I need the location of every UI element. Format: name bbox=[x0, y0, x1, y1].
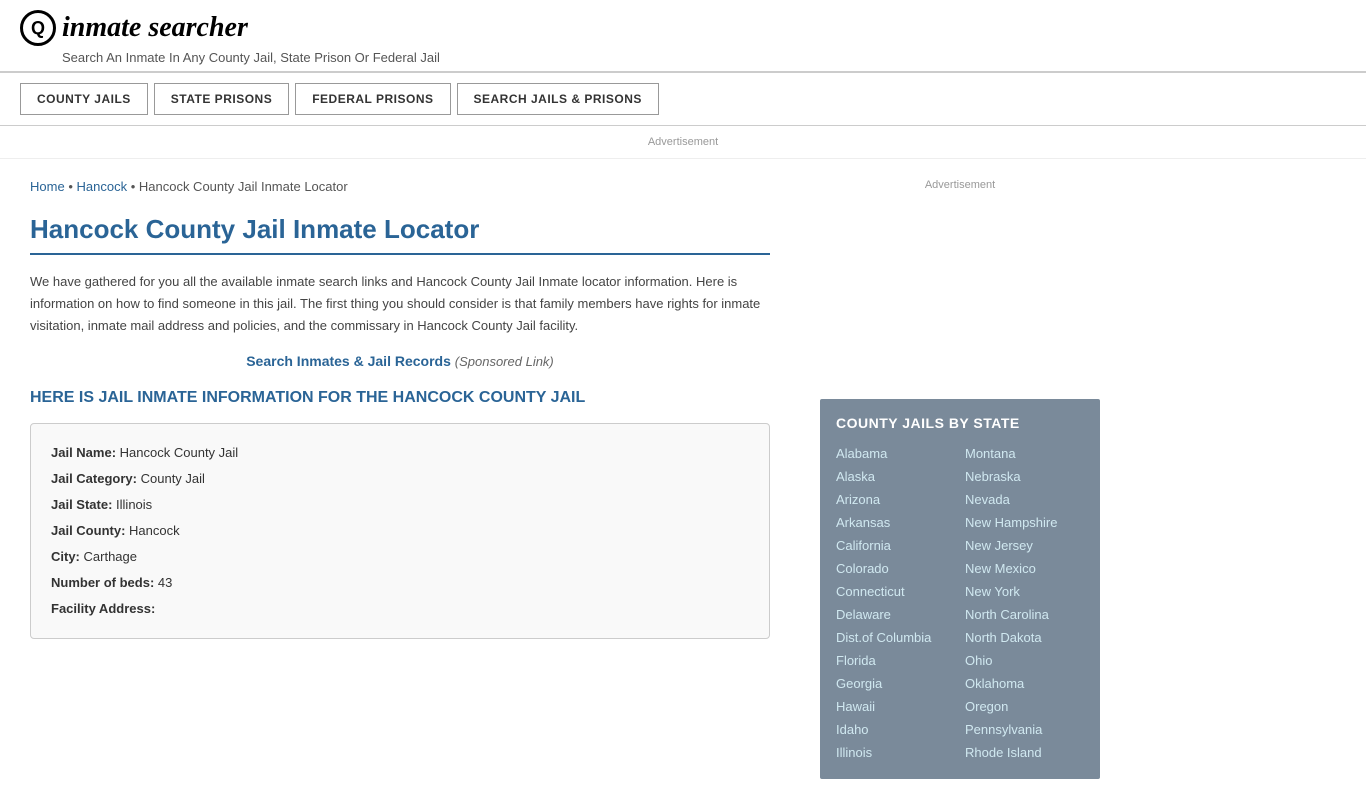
info-card: Jail Name: Hancock County Jail Jail Cate… bbox=[30, 423, 770, 639]
breadcrumb-sep2: • bbox=[131, 179, 139, 194]
state-link[interactable]: North Dakota bbox=[965, 627, 1084, 648]
field-jail-name: Jail Name: Hancock County Jail bbox=[51, 440, 749, 466]
label-address: Facility Address: bbox=[51, 601, 155, 616]
state-link[interactable]: Arizona bbox=[836, 489, 955, 510]
breadcrumb: Home • Hancock • Hancock County Jail Inm… bbox=[30, 179, 770, 194]
label-jail-county: Jail County: bbox=[51, 523, 125, 538]
state-link[interactable]: Rhode Island bbox=[965, 742, 1084, 763]
nav-county-jails[interactable]: COUNTY JAILS bbox=[20, 83, 148, 115]
state-link[interactable]: Alaska bbox=[836, 466, 955, 487]
sidebar: Advertisement COUNTY JAILS BY STATE Alab… bbox=[800, 159, 1120, 799]
county-jails-heading: COUNTY JAILS BY STATE bbox=[836, 415, 1084, 431]
state-link[interactable]: North Carolina bbox=[965, 604, 1084, 625]
description: We have gathered for you all the availab… bbox=[30, 271, 770, 337]
state-link[interactable]: Idaho bbox=[836, 719, 955, 740]
state-link[interactable]: Oregon bbox=[965, 696, 1084, 717]
state-link[interactable]: New Jersey bbox=[965, 535, 1084, 556]
ad-sidebar: Advertisement bbox=[820, 179, 1100, 379]
state-link[interactable]: California bbox=[836, 535, 955, 556]
state-link[interactable]: Montana bbox=[965, 443, 1084, 464]
state-link[interactable]: New Hampshire bbox=[965, 512, 1084, 533]
breadcrumb-home[interactable]: Home bbox=[30, 179, 65, 194]
header: Q inmate searcher Search An Inmate In An… bbox=[0, 0, 1366, 73]
content-area: Home • Hancock • Hancock County Jail Inm… bbox=[0, 159, 800, 799]
state-link[interactable]: Florida bbox=[836, 650, 955, 671]
state-link[interactable]: New York bbox=[965, 581, 1084, 602]
state-link[interactable]: Nebraska bbox=[965, 466, 1084, 487]
value-jail-state: Illinois bbox=[116, 497, 152, 512]
state-link[interactable]: Hawaii bbox=[836, 696, 955, 717]
logo-icon: Q bbox=[20, 10, 56, 46]
county-jails-box: COUNTY JAILS BY STATE Alabama Montana Alas… bbox=[820, 399, 1100, 779]
page-title: Hancock County Jail Inmate Locator bbox=[30, 214, 770, 255]
label-jail-state: Jail State: bbox=[51, 497, 112, 512]
value-jail-name: Hancock County Jail bbox=[120, 445, 239, 460]
state-link[interactable]: New Mexico bbox=[965, 558, 1084, 579]
nav-search-jails[interactable]: SEARCH JAILS & PRISONS bbox=[457, 83, 659, 115]
value-jail-category: County Jail bbox=[141, 471, 205, 486]
state-link[interactable]: Dist.of Columbia bbox=[836, 627, 955, 648]
state-link[interactable]: Nevada bbox=[965, 489, 1084, 510]
field-jail-state: Jail State: Illinois bbox=[51, 492, 749, 518]
state-link[interactable]: Colorado bbox=[836, 558, 955, 579]
state-link[interactable]: Ohio bbox=[965, 650, 1084, 671]
logo-area: Q inmate searcher bbox=[20, 10, 1346, 46]
label-beds: Number of beds: bbox=[51, 575, 154, 590]
state-link[interactable]: Alabama bbox=[836, 443, 955, 464]
field-city: City: Carthage bbox=[51, 544, 749, 570]
state-link[interactable]: Oklahoma bbox=[965, 673, 1084, 694]
sponsored-link[interactable]: Search Inmates & Jail Records bbox=[246, 353, 451, 369]
value-city: Carthage bbox=[84, 549, 137, 564]
state-link[interactable]: Connecticut bbox=[836, 581, 955, 602]
value-jail-county: Hancock bbox=[129, 523, 180, 538]
nav-federal-prisons[interactable]: FEDERAL PRISONS bbox=[295, 83, 450, 115]
value-beds: 43 bbox=[158, 575, 172, 590]
ad-banner: Advertisement bbox=[0, 126, 1366, 159]
label-city: City: bbox=[51, 549, 80, 564]
nav-bar: COUNTY JAILS STATE PRISONS FEDERAL PRISO… bbox=[0, 73, 1366, 126]
section-heading: HERE IS JAIL INMATE INFORMATION FOR THE … bbox=[30, 389, 770, 407]
field-jail-category: Jail Category: County Jail bbox=[51, 466, 749, 492]
field-beds: Number of beds: 43 bbox=[51, 570, 749, 596]
breadcrumb-county[interactable]: Hancock bbox=[76, 179, 127, 194]
breadcrumb-current: Hancock County Jail Inmate Locator bbox=[139, 179, 348, 194]
nav-state-prisons[interactable]: STATE PRISONS bbox=[154, 83, 289, 115]
field-address: Facility Address: bbox=[51, 596, 749, 622]
state-link[interactable]: Illinois bbox=[836, 742, 955, 763]
state-link[interactable]: Delaware bbox=[836, 604, 955, 625]
state-grid: Alabama Montana Alaska Nebraska Arizona Nevad… bbox=[836, 443, 1084, 763]
label-jail-name: Jail Name: bbox=[51, 445, 116, 460]
logo-text: inmate searcher bbox=[62, 12, 248, 44]
label-jail-category: Jail Category: bbox=[51, 471, 137, 486]
sponsored-label: (Sponsored Link) bbox=[455, 354, 554, 369]
state-link[interactable]: Georgia bbox=[836, 673, 955, 694]
main-layout: Home • Hancock • Hancock County Jail Inm… bbox=[0, 159, 1366, 799]
field-jail-county: Jail County: Hancock bbox=[51, 518, 749, 544]
sponsored-link-container: Search Inmates & Jail Records (Sponsored… bbox=[30, 353, 770, 369]
state-link[interactable]: Pennsylvania bbox=[965, 719, 1084, 740]
tagline: Search An Inmate In Any County Jail, Sta… bbox=[62, 50, 1346, 65]
state-link[interactable]: Arkansas bbox=[836, 512, 955, 533]
